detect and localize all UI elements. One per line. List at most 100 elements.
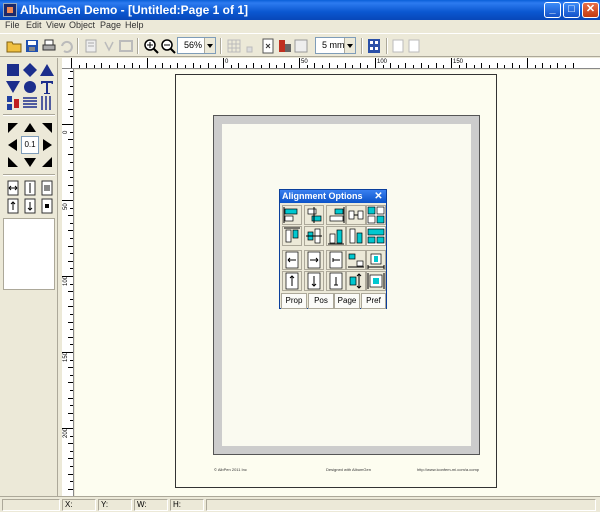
- ruler-tick: [261, 65, 262, 68]
- vertical-text-tool-icon[interactable]: [5, 95, 21, 111]
- arrow-right-icon[interactable]: [39, 137, 55, 153]
- column-text-tool-icon[interactable]: [39, 95, 55, 111]
- ruler-tick: [253, 63, 255, 68]
- ruler-label: 200: [63, 427, 69, 438]
- circle-tool-icon[interactable]: [22, 79, 38, 95]
- fit-page-icon[interactable]: [39, 180, 55, 196]
- arrow-bottom-left-icon[interactable]: [5, 154, 21, 170]
- ruler-tick: [70, 162, 73, 163]
- tab-pos[interactable]: Pos: [308, 293, 334, 309]
- stack-horizontal-button[interactable]: [346, 250, 366, 270]
- object-list-panel[interactable]: [3, 218, 55, 290]
- prev-page-icon[interactable]: [390, 38, 406, 54]
- distribute-grid-button[interactable]: [366, 205, 386, 225]
- menu-help[interactable]: Help: [125, 20, 144, 30]
- align-bottom-page-icon[interactable]: [22, 198, 38, 214]
- save-icon[interactable]: [24, 38, 40, 54]
- zoom-in-icon[interactable]: [143, 38, 159, 54]
- chevron-down-icon[interactable]: [204, 38, 215, 53]
- down-triangle-tool-icon[interactable]: [5, 79, 21, 95]
- space-horizontal-button[interactable]: [346, 205, 366, 225]
- page-align-center-button[interactable]: [304, 250, 324, 270]
- arrow-top-right-icon[interactable]: [39, 120, 55, 136]
- arrow-left-icon[interactable]: [5, 137, 21, 153]
- zoom-out-icon[interactable]: [160, 38, 176, 54]
- ruler-tick: [177, 63, 179, 68]
- arrow-top-left-icon[interactable]: [5, 120, 21, 136]
- tab-prop[interactable]: Prop: [281, 293, 307, 309]
- page-setup-icon[interactable]: [260, 38, 276, 54]
- tab-pref[interactable]: Pref: [361, 293, 386, 309]
- close-icon[interactable]: ✕: [373, 191, 384, 202]
- app-icon[interactable]: [3, 3, 17, 17]
- align-vcenter-button[interactable]: [304, 226, 324, 246]
- menu-page[interactable]: Page: [100, 20, 121, 30]
- arrow-up-icon[interactable]: [22, 120, 38, 136]
- page-align-top-button[interactable]: [282, 271, 302, 291]
- space-vertical-button[interactable]: [346, 226, 366, 246]
- title-bar[interactable]: AlbumGen Demo - [Untitled:Page 1 of 1] _…: [0, 0, 600, 20]
- ruler-tick: [291, 65, 293, 68]
- center-page-icon[interactable]: [39, 198, 55, 214]
- ruler-tick: [382, 65, 384, 68]
- grid-icon[interactable]: [226, 38, 242, 54]
- grid-size-select[interactable]: 5 mm: [315, 37, 356, 54]
- snap-icon[interactable]: [244, 38, 260, 54]
- tools-icon[interactable]: [277, 38, 293, 54]
- ruler-tick: [215, 65, 217, 68]
- nudge-step-input[interactable]: 0.1: [21, 136, 39, 154]
- arrow-bottom-right-icon[interactable]: [39, 154, 55, 170]
- tab-page[interactable]: Page: [334, 293, 360, 309]
- ruler-tick: [337, 65, 338, 68]
- chevron-down-icon[interactable]: [344, 38, 355, 53]
- ruler-tick: [68, 443, 73, 445]
- tile-button[interactable]: [366, 226, 386, 246]
- print-icon[interactable]: [41, 38, 57, 54]
- ruler-tick: [443, 65, 445, 68]
- page-align-right-button[interactable]: [326, 250, 346, 270]
- border-icon[interactable]: [293, 38, 309, 54]
- align-bottom-button[interactable]: [326, 226, 346, 246]
- maximize-button[interactable]: □: [563, 2, 580, 18]
- align-center-horizontal-icon: [307, 207, 322, 223]
- page-align-left-button[interactable]: [282, 250, 302, 270]
- triangle-tool-icon[interactable]: [39, 62, 55, 78]
- frame-icon[interactable]: [118, 38, 134, 54]
- alignment-options-dialog[interactable]: Alignment Options ✕ Prop Pos Page Pref: [279, 189, 387, 309]
- layout-grid-icon[interactable]: [366, 38, 382, 54]
- close-button[interactable]: ✕: [582, 2, 599, 18]
- dialog-title-bar[interactable]: Alignment Options ✕: [280, 190, 386, 203]
- ruler-tick: [68, 184, 73, 186]
- arrow-down-icon[interactable]: [22, 154, 38, 170]
- align-right-button[interactable]: [326, 205, 346, 225]
- fit-to-page-button[interactable]: [366, 271, 386, 291]
- undo-icon[interactable]: [58, 38, 74, 54]
- page-align-bottom-button[interactable]: [326, 271, 346, 291]
- text-block-tool-icon[interactable]: [22, 95, 38, 111]
- page-align-middle-button[interactable]: [304, 271, 324, 291]
- ruler-tick: [572, 63, 574, 68]
- menu-edit[interactable]: Edit: [26, 20, 42, 30]
- minimize-button[interactable]: _: [544, 2, 561, 18]
- zoom-select[interactable]: 56%: [177, 37, 216, 54]
- fit-width-icon[interactable]: [5, 180, 21, 196]
- align-top-page-icon[interactable]: [5, 198, 21, 214]
- text-tool-icon[interactable]: [39, 79, 55, 95]
- open-folder-icon[interactable]: [6, 38, 22, 54]
- next-page-icon[interactable]: [406, 38, 422, 54]
- page-text-icon[interactable]: [83, 38, 99, 54]
- ruler-tick: [534, 65, 536, 68]
- rectangle-tool-icon[interactable]: [5, 62, 21, 78]
- align-hcenter-button[interactable]: [304, 205, 324, 225]
- menu-view[interactable]: View: [46, 20, 65, 30]
- stretch-height-button[interactable]: [346, 271, 366, 291]
- ruler-label: 150: [453, 59, 464, 65]
- check-icon[interactable]: [101, 38, 117, 54]
- align-left-button[interactable]: [282, 205, 302, 225]
- fit-height-icon[interactable]: [22, 180, 38, 196]
- menu-file[interactable]: File: [5, 20, 20, 30]
- menu-object[interactable]: Object: [69, 20, 95, 30]
- diamond-tool-icon[interactable]: [22, 62, 38, 78]
- align-top-button[interactable]: [282, 226, 302, 246]
- stretch-width-button[interactable]: [366, 250, 386, 270]
